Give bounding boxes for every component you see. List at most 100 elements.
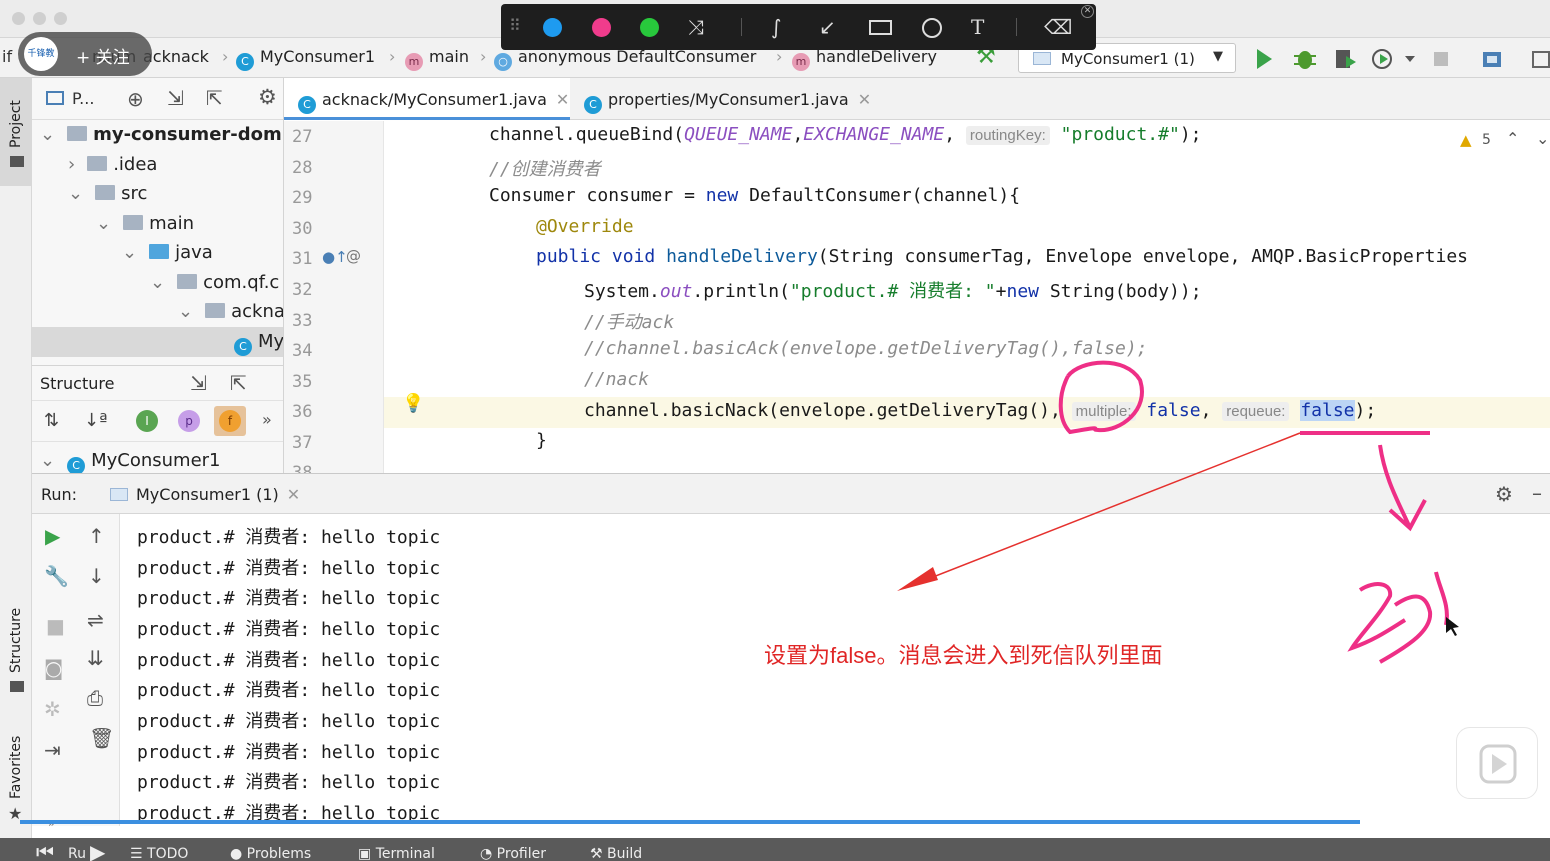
favorites-tool-label[interactable]: Favorites — [8, 736, 24, 799]
camera-icon[interactable]: ◙ — [44, 656, 63, 680]
structure-root-item[interactable]: ⌄ C MyConsumer1 — [40, 450, 221, 473]
settings-window-icon[interactable] — [1532, 51, 1550, 68]
drag-handle-icon[interactable]: ⠿ — [509, 16, 521, 35]
tree-item-myconsumer1[interactable]: C My — [234, 331, 283, 356]
tree-item-idea[interactable]: › .idea — [68, 154, 157, 175]
print-icon[interactable]: ⎙ — [87, 686, 103, 710]
expand-all-icon[interactable]: ⇲ — [167, 86, 184, 110]
code-token: EXCHANGE_NAME — [803, 124, 945, 145]
breadcrumb-anonymous-class[interactable]: ○ anonymous DefaultConsumer — [494, 47, 756, 71]
close-icon[interactable]: ✕ — [287, 485, 300, 504]
debug-bug-icon[interactable]: ✲ — [44, 697, 61, 721]
close-icon[interactable]: ✕ — [1081, 5, 1094, 18]
gear-icon[interactable]: ⚙ — [1495, 482, 1513, 506]
color-blue-swatch[interactable] — [543, 18, 562, 37]
tool-window-todo[interactable]: ☰ TODO — [130, 846, 188, 861]
shuffle-icon[interactable]: ⤨ — [688, 15, 704, 39]
expand-all-icon[interactable]: ⇲ — [190, 371, 207, 395]
breadcrumb-main[interactable]: m main — [405, 47, 469, 71]
rectangle-tool-icon[interactable] — [869, 20, 892, 35]
tool-window-run[interactable]: Ru — [68, 846, 86, 861]
coverage-icon[interactable] — [1336, 50, 1356, 68]
previous-icon[interactable]: ⏮ — [36, 840, 54, 861]
tree-item-src[interactable]: ⌄ src — [68, 183, 147, 204]
sort-alphabetically-icon[interactable]: ↓ª — [84, 410, 108, 431]
tree-item-java[interactable]: ⌄ java — [122, 242, 213, 263]
warning-icon[interactable]: ▲ — [1460, 131, 1472, 149]
zoom-window-button[interactable] — [54, 12, 67, 25]
play-icon[interactable]: ▶ — [90, 840, 105, 861]
stop-icon[interactable]: ■ — [46, 614, 65, 638]
divider — [741, 18, 742, 36]
pen-stroke-icon[interactable]: ∫ — [771, 15, 781, 39]
show-inherited-filter[interactable]: I — [136, 410, 158, 432]
structure-header: Structure ⇲ ⇱ — [32, 365, 283, 401]
tree-item-main[interactable]: ⌄ main — [96, 213, 194, 234]
close-icon[interactable]: ✕ — [556, 90, 569, 109]
run-tab-myconsumer1[interactable]: MyConsumer1 (1) ✕ — [110, 485, 300, 504]
breadcrumb-myconsumer1[interactable]: C MyConsumer1 — [236, 47, 375, 71]
arrow-tool-icon[interactable]: ↙ — [819, 15, 836, 39]
circle-tool-icon[interactable] — [922, 18, 942, 38]
login-icon[interactable]: ⇥ — [44, 738, 61, 762]
soft-wrap-icon[interactable]: ⇌ — [87, 608, 104, 632]
gear-icon[interactable]: ⚙ — [258, 85, 277, 109]
code-line-30: @Override — [536, 216, 634, 237]
chevron-down-icon[interactable]: ⌄ — [1536, 129, 1549, 148]
locate-icon[interactable]: ⊕ — [127, 87, 144, 111]
follow-badge[interactable]: 千锋教育 + 关注 — [18, 32, 152, 93]
tool-window-build[interactable]: ⚒ Build — [590, 846, 642, 861]
tool-window-label: Problems — [246, 846, 312, 861]
tree-item-label: ackna — [231, 301, 284, 322]
show-properties-filter[interactable]: p — [178, 410, 200, 432]
scroll-to-end-icon[interactable]: ⇊ — [87, 646, 104, 670]
project-structure-icon[interactable] — [1483, 52, 1501, 67]
close-window-button[interactable] — [12, 12, 25, 25]
project-tool-label[interactable]: Project — [8, 100, 24, 148]
chevron-up-icon[interactable]: ⌃ — [1506, 129, 1519, 148]
project-view-select[interactable]: P... — [72, 89, 94, 108]
breadcrumb-handledelivery[interactable]: m handleDelivery — [792, 47, 937, 71]
text-tool-icon[interactable]: T — [971, 15, 984, 39]
debug-bug-icon[interactable] — [1294, 51, 1316, 69]
stop-icon[interactable] — [1434, 52, 1448, 66]
run-icon[interactable] — [1257, 49, 1272, 69]
line-number: 31 — [292, 249, 313, 269]
tool-window-profiler[interactable]: ◔ Profiler — [480, 846, 546, 861]
tree-item-acknack[interactable]: ⌄ ackna — [178, 301, 284, 322]
structure-tool-label[interactable]: Structure — [8, 608, 24, 673]
profile-icon[interactable] — [1372, 49, 1392, 69]
minimize-window-button[interactable] — [33, 12, 46, 25]
color-pink-swatch[interactable] — [592, 18, 611, 37]
video-progress-bar[interactable] — [20, 820, 1360, 824]
collapse-all-icon[interactable]: ⇱ — [230, 371, 247, 395]
editor-tab-bar: Cacknack/MyConsumer1.java ✕ Cproperties/M… — [284, 78, 1550, 120]
rerun-icon[interactable]: ▶ — [45, 524, 60, 548]
eraser-icon[interactable]: ⌫ — [1044, 15, 1072, 39]
fields-filter-toggle[interactable]: f — [214, 406, 246, 436]
tool-window-terminal[interactable]: ▣ Terminal — [358, 846, 435, 861]
code-line-33: //手动ack — [584, 312, 675, 333]
tab-acknack-myconsumer1[interactable]: Cacknack/MyConsumer1.java ✕ — [298, 90, 569, 114]
override-marker-icon[interactable]: ●↑ — [322, 248, 348, 266]
more-options-icon[interactable]: » — [262, 410, 272, 429]
tool-window-label: Profiler — [496, 846, 546, 861]
lightbulb-icon[interactable]: 💡 — [402, 393, 424, 414]
arrow-up-icon[interactable]: ↑ — [88, 524, 105, 548]
chevron-down-icon[interactable] — [1405, 56, 1415, 62]
arrow-down-icon[interactable]: ↓ — [88, 564, 105, 588]
tool-window-problems[interactable]: ● Problems — [230, 846, 311, 861]
video-play-button[interactable] — [1456, 727, 1538, 799]
tab-properties-myconsumer1[interactable]: Cproperties/MyConsumer1.java ✕ — [584, 90, 871, 114]
color-green-swatch[interactable] — [640, 18, 659, 37]
close-icon[interactable]: ✕ — [858, 90, 871, 109]
tree-item-module[interactable]: ⌄ my-consumer-dom — [40, 124, 282, 145]
sort-by-visibility-icon[interactable]: ⇅ — [44, 410, 59, 431]
tree-item-package[interactable]: ⌄ com.qf.c — [150, 272, 279, 293]
chevron-down-icon: ⌄ — [40, 450, 56, 471]
collapse-all-icon[interactable]: ⇱ — [206, 86, 223, 110]
hide-panel-icon[interactable]: – — [1532, 481, 1542, 505]
wrench-icon[interactable]: 🔧 — [44, 564, 69, 588]
breadcrumb-acknack[interactable]: acknack — [143, 47, 209, 66]
trash-icon[interactable]: 🗑 — [89, 726, 114, 750]
